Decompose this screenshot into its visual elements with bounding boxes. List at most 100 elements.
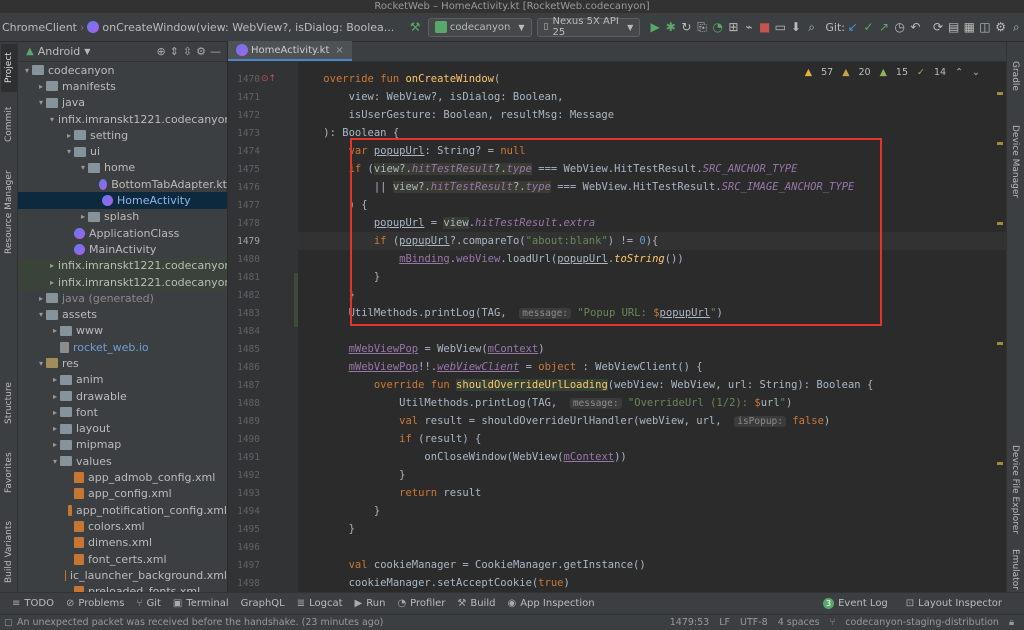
chevron-right-icon[interactable]: ▸ (50, 440, 60, 449)
expand-icon[interactable]: ⇕ (170, 45, 179, 58)
tab-resource-manager[interactable]: Resource Manager (1, 157, 17, 267)
chevron-right-icon[interactable]: ▸ (50, 392, 60, 401)
gradle-sync-icon[interactable]: ⟳ (931, 20, 945, 34)
line-number[interactable]: 1497 (228, 560, 260, 571)
git-update-icon[interactable]: ↙ (846, 20, 860, 34)
tree-item[interactable]: ▸ splash (18, 209, 227, 225)
line-number[interactable]: 1473 (228, 128, 260, 139)
tree-item[interactable]: ▸ mipmap (18, 437, 227, 453)
code-line[interactable]: } (298, 466, 405, 484)
code-line[interactable]: val cookieManager = CookieManager.getIns… (298, 556, 646, 574)
tab-build-variants[interactable]: Build Variants (1, 512, 17, 592)
tab-device-file-explorer[interactable]: Device File Explorer (1007, 435, 1023, 545)
line-number[interactable]: 1485 (228, 344, 260, 355)
tree-item[interactable]: ▸ java (generated) (18, 290, 227, 306)
inspection-widget[interactable]: ▲ 57 ▲ 20 ▲ 15 ✓ 14 ⌃ ⌄ (805, 67, 980, 78)
profile-icon[interactable]: ◔ (711, 20, 725, 34)
line-number[interactable]: 1470 (228, 74, 260, 85)
project-view-select[interactable]: Android (38, 45, 81, 58)
code-line[interactable]: return result (298, 484, 481, 502)
line-number[interactable]: 1495 (228, 524, 260, 535)
tab-home-activity[interactable]: HomeActivity.kt × (228, 41, 352, 61)
tree-item[interactable]: ApplicationClass (18, 225, 227, 241)
sdk-manager-icon[interactable]: ⬇ (789, 20, 803, 34)
apply-changes-icon[interactable]: ↻ (680, 20, 694, 34)
tree-item[interactable]: ▾ ui (18, 143, 227, 159)
tree-item[interactable]: ▸ setting (18, 127, 227, 143)
line-number[interactable]: 1477 (228, 200, 260, 211)
tool-build-button[interactable]: ⚒ Build (457, 598, 495, 609)
line-separator[interactable]: LF (719, 617, 730, 628)
code-line[interactable]: isUserGesture: Boolean, resultMsg: Messa… (298, 106, 615, 124)
caret-position[interactable]: 1479:53 (670, 617, 709, 628)
code-line[interactable]: mWebViewPop = WebView(mContext) (298, 340, 545, 358)
tool-problems-button[interactable]: ⊘ Problems (66, 598, 124, 609)
tree-item[interactable]: ▾ home (18, 160, 227, 176)
debug-icon[interactable]: ✱ (664, 20, 678, 34)
tree-item[interactable]: ▾ values (18, 453, 227, 469)
chevron-right-icon[interactable]: ▸ (78, 212, 88, 221)
breadcrumb-function[interactable]: onCreateWindow(view: WebView?, isDialog:… (102, 21, 394, 34)
chevron-right-icon[interactable]: ▸ (36, 82, 46, 91)
line-number[interactable]: 1472 (228, 110, 260, 121)
tree-item[interactable]: app_notification_config.xml (18, 502, 227, 518)
tree-item[interactable]: font_certs.xml (18, 551, 227, 567)
coverage-icon[interactable]: ⊞ (727, 20, 741, 34)
tab-favorites[interactable]: Favorites (1, 442, 17, 504)
git-commit-icon[interactable]: ✓ (862, 20, 876, 34)
line-number[interactable]: 1488 (228, 398, 260, 409)
code-line[interactable]: UtilMethods.printLog(TAG, message: "Over… (298, 394, 792, 412)
line-number[interactable]: 1490 (228, 434, 260, 445)
chevron-right-icon[interactable]: ▸ (50, 261, 54, 270)
git-history-icon[interactable]: ◷ (893, 20, 907, 34)
tree-item[interactable]: colors.xml (18, 518, 227, 534)
tree-item[interactable]: ▸ font (18, 404, 227, 420)
run-config-select[interactable]: codecanyon ▼ (427, 17, 532, 37)
file-encoding[interactable]: UTF-8 (740, 617, 768, 628)
code-line[interactable]: mWebViewPop!!.webViewClient = object : W… (298, 358, 703, 376)
gear-icon[interactable]: ⚙ (196, 45, 206, 58)
chevron-down-icon[interactable]: ⌄ (972, 67, 980, 78)
structure-icon[interactable]: ▦ (962, 20, 976, 34)
tree-item[interactable]: app_config.xml (18, 486, 227, 502)
hammer-icon[interactable]: ⚒ (408, 20, 422, 34)
git-branch[interactable]: codecanyon-staging-distribution (845, 617, 999, 628)
attach-icon[interactable]: ⌁ (742, 20, 756, 34)
code-line[interactable]: view: WebView?, isDialog: Boolean, (298, 88, 564, 106)
code-line[interactable]: override fun shouldOverrideUrlLoading(we… (298, 376, 873, 394)
run-icon[interactable]: ▶ (648, 20, 662, 34)
tree-item[interactable]: ▸ manifests (18, 78, 227, 94)
line-number[interactable]: 1484 (228, 326, 260, 337)
chevron-down-icon[interactable]: ▾ (36, 310, 46, 319)
lock-icon[interactable]: 🔒︎ (1009, 617, 1014, 628)
chevron-right-icon[interactable]: ▸ (50, 278, 54, 287)
code-line[interactable]: } (298, 502, 380, 520)
chevron-right-icon[interactable]: ▸ (50, 375, 60, 384)
tree-item[interactable]: ▸ infix.imranskt1221.codecanyon (18, 257, 227, 274)
chevron-down-icon[interactable]: ▾ (64, 147, 74, 156)
line-number[interactable]: 1496 (228, 542, 260, 553)
code-line[interactable]: val result = shouldOverrideUrlHandler(we… (298, 412, 830, 430)
tree-item[interactable]: BottomTabAdapter.kt (18, 176, 227, 192)
tab-emulator[interactable]: Emulator (1007, 549, 1023, 590)
chevron-right-icon[interactable]: ▸ (36, 294, 46, 303)
close-icon[interactable]: × (335, 45, 343, 56)
tool-graphql-button[interactable]: GraphQL (241, 598, 285, 609)
code-line[interactable]: } (298, 520, 355, 538)
tab-gradle[interactable]: Gradle (1007, 56, 1023, 96)
tool-profiler-button[interactable]: ◔ Profiler (397, 598, 445, 609)
tree-item[interactable]: ic_launcher_background.xml (18, 567, 227, 583)
tab-project[interactable]: Project (1, 44, 17, 92)
minimize-icon[interactable]: — (210, 45, 221, 58)
collapse-icon[interactable]: ⇳ (183, 45, 192, 58)
tree-item[interactable]: ▸ infix.imranskt1221.codecanyon (18, 273, 227, 291)
tree-item[interactable]: ▸ layout (18, 421, 227, 437)
attach-debugger-icon[interactable]: ⎘ (695, 20, 709, 35)
code-line[interactable]: override fun onCreateWindow( (298, 70, 500, 88)
chevron-right-icon[interactable]: ▸ (50, 424, 60, 433)
line-number[interactable]: 1494 (228, 506, 260, 517)
chevron-down-icon[interactable]: ▾ (36, 359, 46, 368)
scrollbar[interactable] (997, 82, 1003, 582)
line-number[interactable]: 1498 (228, 578, 260, 589)
device-manager-icon[interactable]: ▭ (773, 20, 787, 34)
